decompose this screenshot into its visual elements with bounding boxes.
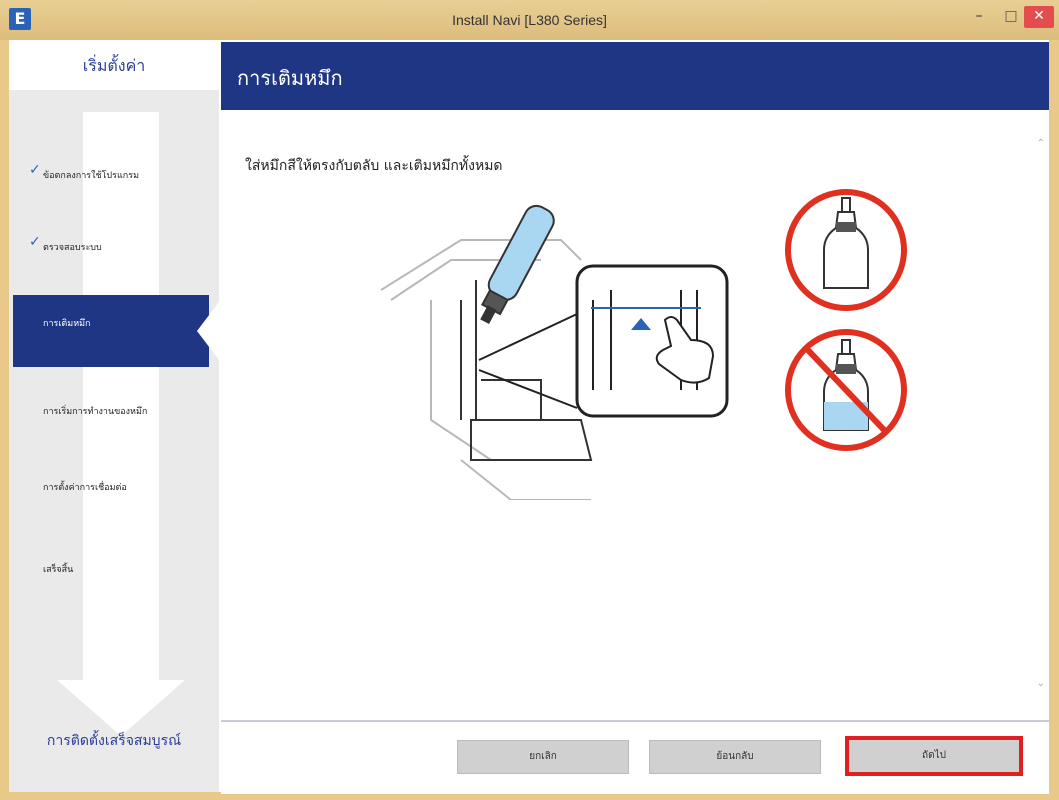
sidebar-header: เริ่มตั้งค่า [9, 40, 219, 90]
button-bar: ยกเลิก ย้อนกลับ ถัดไป [221, 720, 1049, 794]
step-label: การเริ่มการทำงานของหมึก [43, 407, 148, 417]
window-title: Install Navi [L380 Series] [452, 12, 607, 28]
page-title: การเติมหมึก [237, 66, 343, 90]
sidebar-footer: การติดตั้งเสร็จสมบูรณ์ [46, 733, 182, 749]
step-item: การเริ่มการทำงานของหมึก [43, 404, 219, 418]
current-step-pointer-icon [197, 302, 219, 360]
checkmark-icon: ✓ [29, 234, 41, 250]
step-label: ข้อตกลงการใช้โปรแกรม [43, 171, 139, 181]
step-label: ตรวจสอบระบบ [43, 243, 102, 253]
back-button[interactable]: ย้อนกลับ [649, 740, 821, 774]
step-label: การเติมหมึก [43, 319, 91, 329]
step-item: เสร็จสิ้น [43, 562, 219, 576]
progress-arrow-head [57, 680, 185, 736]
instruction-text: ใส่หมึกสีให้ตรงกับตลับ และเติมหมึกทั้งหม… [245, 158, 503, 174]
title-bar: E Install Navi [L380 Series] – □ ✕ [0, 0, 1059, 40]
page-header: การเติมหมึก [221, 42, 1049, 110]
scroll-down-icon[interactable]: ⌄ [1037, 678, 1045, 689]
main-content: ใส่หมึกสีให้ตรงกับตลับ และเติมหมึกทั้งหม… [221, 110, 1049, 722]
maximize-icon[interactable]: □ [996, 6, 1026, 28]
step-item: ✓ ข้อตกลงการใช้โปรแกรม [29, 162, 209, 182]
next-button[interactable]: ถัดไป [845, 736, 1023, 776]
step-item: ✓ ตรวจสอบระบบ [29, 234, 209, 254]
step-label: เสร็จสิ้น [43, 565, 74, 575]
step-label: การตั้งค่าการเชื่อมต่อ [43, 483, 127, 493]
close-icon[interactable]: ✕ [1024, 6, 1054, 28]
scroll-up-icon[interactable]: ⌃ [1037, 138, 1045, 149]
steps-sidebar: เริ่มตั้งค่า ✓ ข้อตกลงการใช้โปรแกรม ✓ ตร… [9, 40, 219, 792]
bottle-correct-incorrect-icon [785, 189, 907, 451]
step-item-active [13, 295, 209, 367]
step-item: การตั้งค่าการเชื่อมต่อ [43, 480, 219, 494]
cancel-button[interactable]: ยกเลิก [457, 740, 629, 774]
minimize-icon[interactable]: – [964, 6, 994, 28]
checkmark-icon: ✓ [29, 162, 41, 178]
installer-window: เริ่มตั้งค่า ✓ ข้อตกลงการใช้โปรแกรม ✓ ตร… [9, 40, 1049, 794]
progress-arrow-shaft [83, 112, 159, 680]
